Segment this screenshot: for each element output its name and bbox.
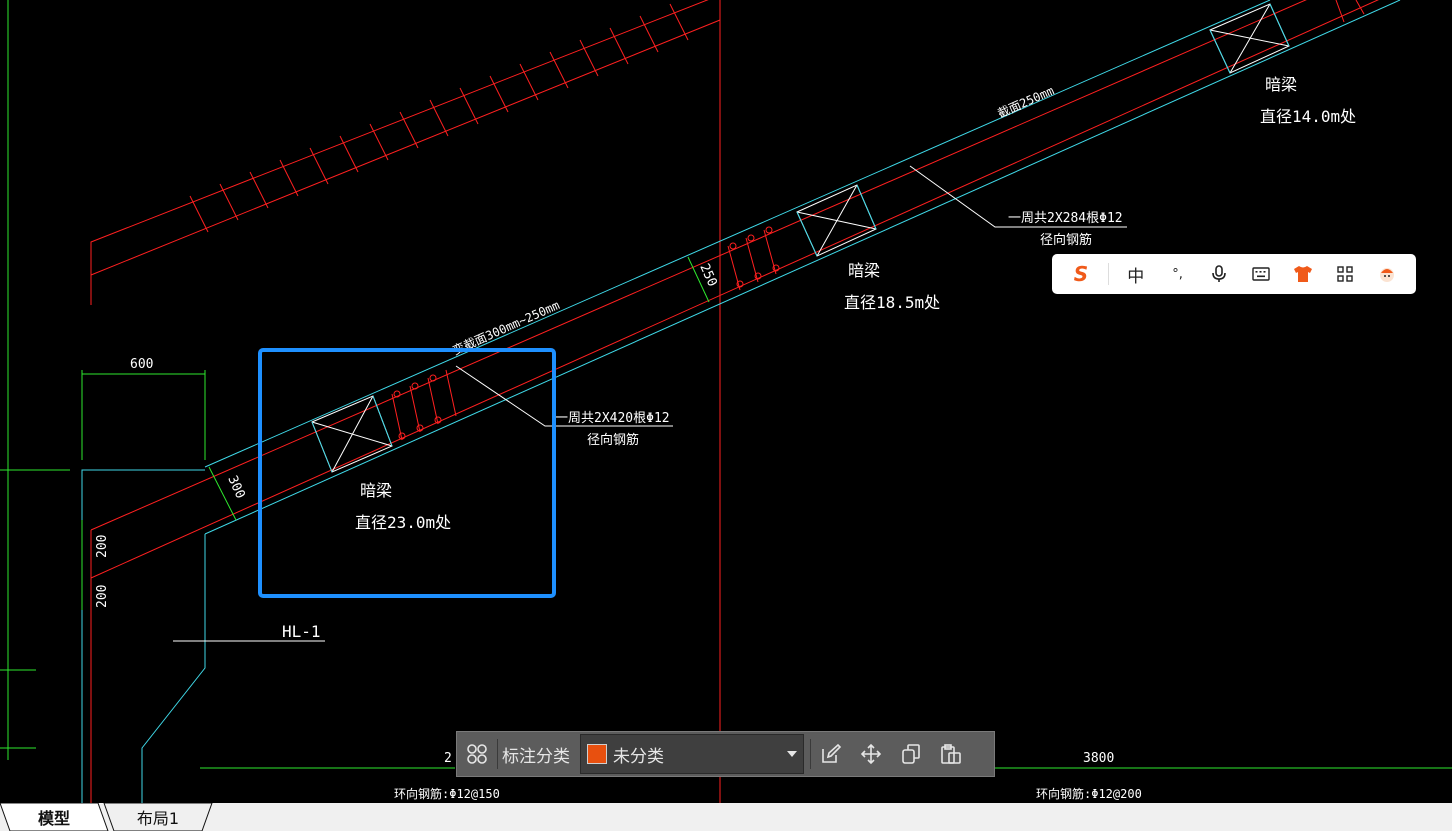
ime-punct-label: °, (1172, 266, 1183, 282)
categories-button[interactable] (457, 732, 497, 776)
ime-mode-label: 中 (1127, 266, 1145, 287)
hidden-beam-1-diameter: 直径14.0m处 (1260, 107, 1356, 126)
ring-rebar-right-label: 环向钢筋:Φ12@200 (1036, 786, 1142, 801)
mascot-icon[interactable] (1372, 259, 1402, 289)
beam-mark-hl1: HL-1 (282, 622, 321, 641)
chevron-down-icon (787, 751, 797, 757)
tab-layout-1[interactable]: 布局1 (116, 803, 200, 831)
paste-button[interactable] (931, 732, 971, 776)
hidden-beam-3-diameter: 直径23.0m处 (355, 513, 451, 532)
hidden-beam-1-label: 暗梁 (1265, 75, 1297, 94)
ime-punct-button[interactable]: °, (1163, 259, 1193, 289)
sogou-logo-icon[interactable]: S (1066, 259, 1096, 289)
hidden-beam-2-diameter: 直径18.5m处 (844, 293, 940, 312)
move-icon (860, 743, 882, 765)
paste-icon (941, 744, 961, 764)
cad-drawing-canvas[interactable]: 截面250mm 变截面300mm~250mm 暗梁 直径14.0m处 暗梁 直径… (0, 0, 1452, 803)
dim-2x: 2 (444, 751, 452, 766)
mic-icon[interactable] (1204, 259, 1234, 289)
skin-icon[interactable] (1288, 259, 1318, 289)
tab-model-label: 模型 (37, 809, 70, 828)
category-dropdown[interactable]: 未分类 (580, 734, 804, 774)
dim-200-b: 200 (95, 585, 110, 608)
ime-separator (1107, 263, 1109, 285)
dim-600: 600 (130, 357, 153, 372)
rebar-upper-label: 一周共2X284根Φ12 (1008, 211, 1123, 226)
rebar-lower-label: 一周共2X420根Φ12 (555, 411, 670, 426)
selection-highlight-box[interactable] (258, 348, 556, 598)
hidden-beam-2-label: 暗梁 (848, 261, 880, 280)
hidden-beam-3-label: 暗梁 (360, 481, 392, 500)
ring-rebar-left-label: 环向钢筋:Φ12@150 (394, 786, 500, 801)
copy-icon (902, 744, 920, 764)
category-label: 标注分类 (502, 746, 570, 767)
category-value: 未分类 (613, 746, 664, 767)
copy-button[interactable] (891, 732, 931, 776)
category-color-swatch (587, 744, 607, 764)
grid-icon[interactable] (1330, 259, 1360, 289)
sogou-logo-text: S (1073, 262, 1089, 286)
move-button[interactable] (851, 732, 891, 776)
categories-icon (467, 744, 487, 764)
edit-icon (822, 743, 842, 763)
ime-mode-button[interactable]: 中 (1121, 259, 1151, 289)
rebar-upper-sub: 径向钢筋 (1040, 232, 1092, 248)
dim-250: 250 (696, 262, 719, 290)
rebar-lower-sub: 径向钢筋 (587, 432, 639, 448)
tab-layout-1-label: 布局1 (136, 809, 180, 828)
ime-toolbar: S 中 °, (1052, 254, 1416, 294)
tab-model[interactable]: 模型 (14, 803, 94, 831)
dim-300: 300 (224, 474, 247, 502)
annotation-toolbar: 标注分类 未分类 (456, 731, 995, 777)
edit-button[interactable] (811, 732, 851, 776)
dim-200-a: 200 (95, 535, 110, 558)
keyboard-icon[interactable] (1246, 259, 1276, 289)
dim-3800: 3800 (1083, 751, 1114, 766)
ring-section-top-label: 截面250mm (996, 83, 1057, 120)
layout-tab-strip: 模型 布局1 (0, 803, 1452, 831)
